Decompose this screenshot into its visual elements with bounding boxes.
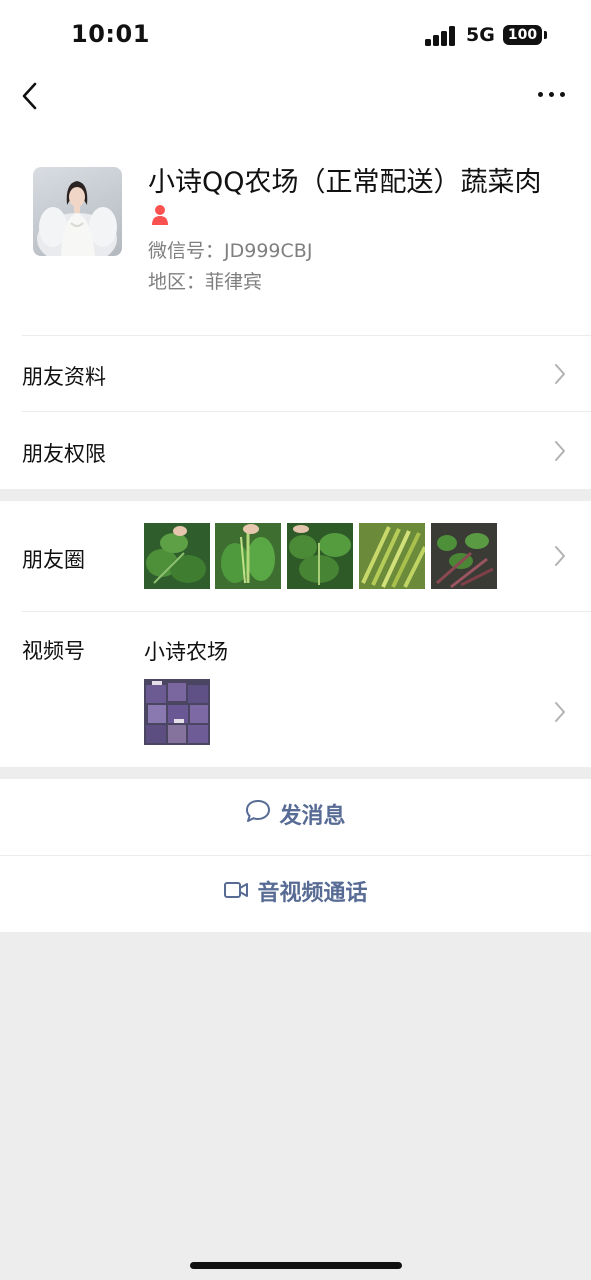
section-gap (0, 767, 591, 779)
row-channels[interactable] (0, 612, 591, 767)
network-type: 5G (466, 24, 495, 46)
section-gap (0, 489, 591, 501)
moments-photo (359, 523, 425, 589)
video-call-label: 音视频通话 (257, 881, 368, 906)
moments-photo (287, 523, 353, 589)
region-value: 菲律宾 (205, 271, 263, 293)
moments-photo (215, 523, 281, 589)
back-icon[interactable] (20, 82, 42, 110)
more-icon[interactable] (538, 92, 566, 98)
avatar[interactable] (33, 167, 122, 256)
video-camera-icon (223, 856, 249, 932)
video-call-button[interactable]: 音视频通话 (0, 856, 591, 932)
send-message-label: 发消息 (279, 804, 346, 829)
channels-account-name: 小诗农场 (144, 640, 228, 664)
home-indicator (190, 1262, 402, 1269)
friend-permissions-label: 朋友权限 (22, 442, 106, 466)
channels-label: 视频号 (22, 639, 85, 663)
moments-label: 朋友圈 (22, 548, 85, 572)
chevron-right-icon (553, 701, 567, 723)
friend-profile-label: 朋友资料 (22, 365, 106, 389)
chat-bubble-icon (245, 779, 271, 855)
chevron-right-icon (553, 363, 567, 385)
status-time: 10:01 (71, 20, 150, 48)
send-message-button[interactable]: 发消息 (0, 779, 591, 855)
chevron-right-icon (553, 545, 567, 567)
battery-icon: 100 (503, 25, 547, 45)
moments-photo (144, 523, 210, 589)
wechat-id-value: JD999CBJ (224, 240, 313, 262)
region-label: 地区： (148, 271, 206, 293)
moments-photo (431, 523, 497, 589)
wechat-id: 微信号：JD999CBJ (148, 236, 312, 263)
signal-icon (425, 26, 457, 46)
region: 地区：菲律宾 (148, 267, 262, 294)
channels-video-thumbnail (144, 679, 210, 745)
wechat-id-label: 微信号： (148, 240, 225, 262)
contact-name: 小诗QQ农场（正常配送）蔬菜肉 (148, 167, 542, 198)
female-icon (150, 204, 170, 226)
chevron-right-icon (553, 440, 567, 462)
